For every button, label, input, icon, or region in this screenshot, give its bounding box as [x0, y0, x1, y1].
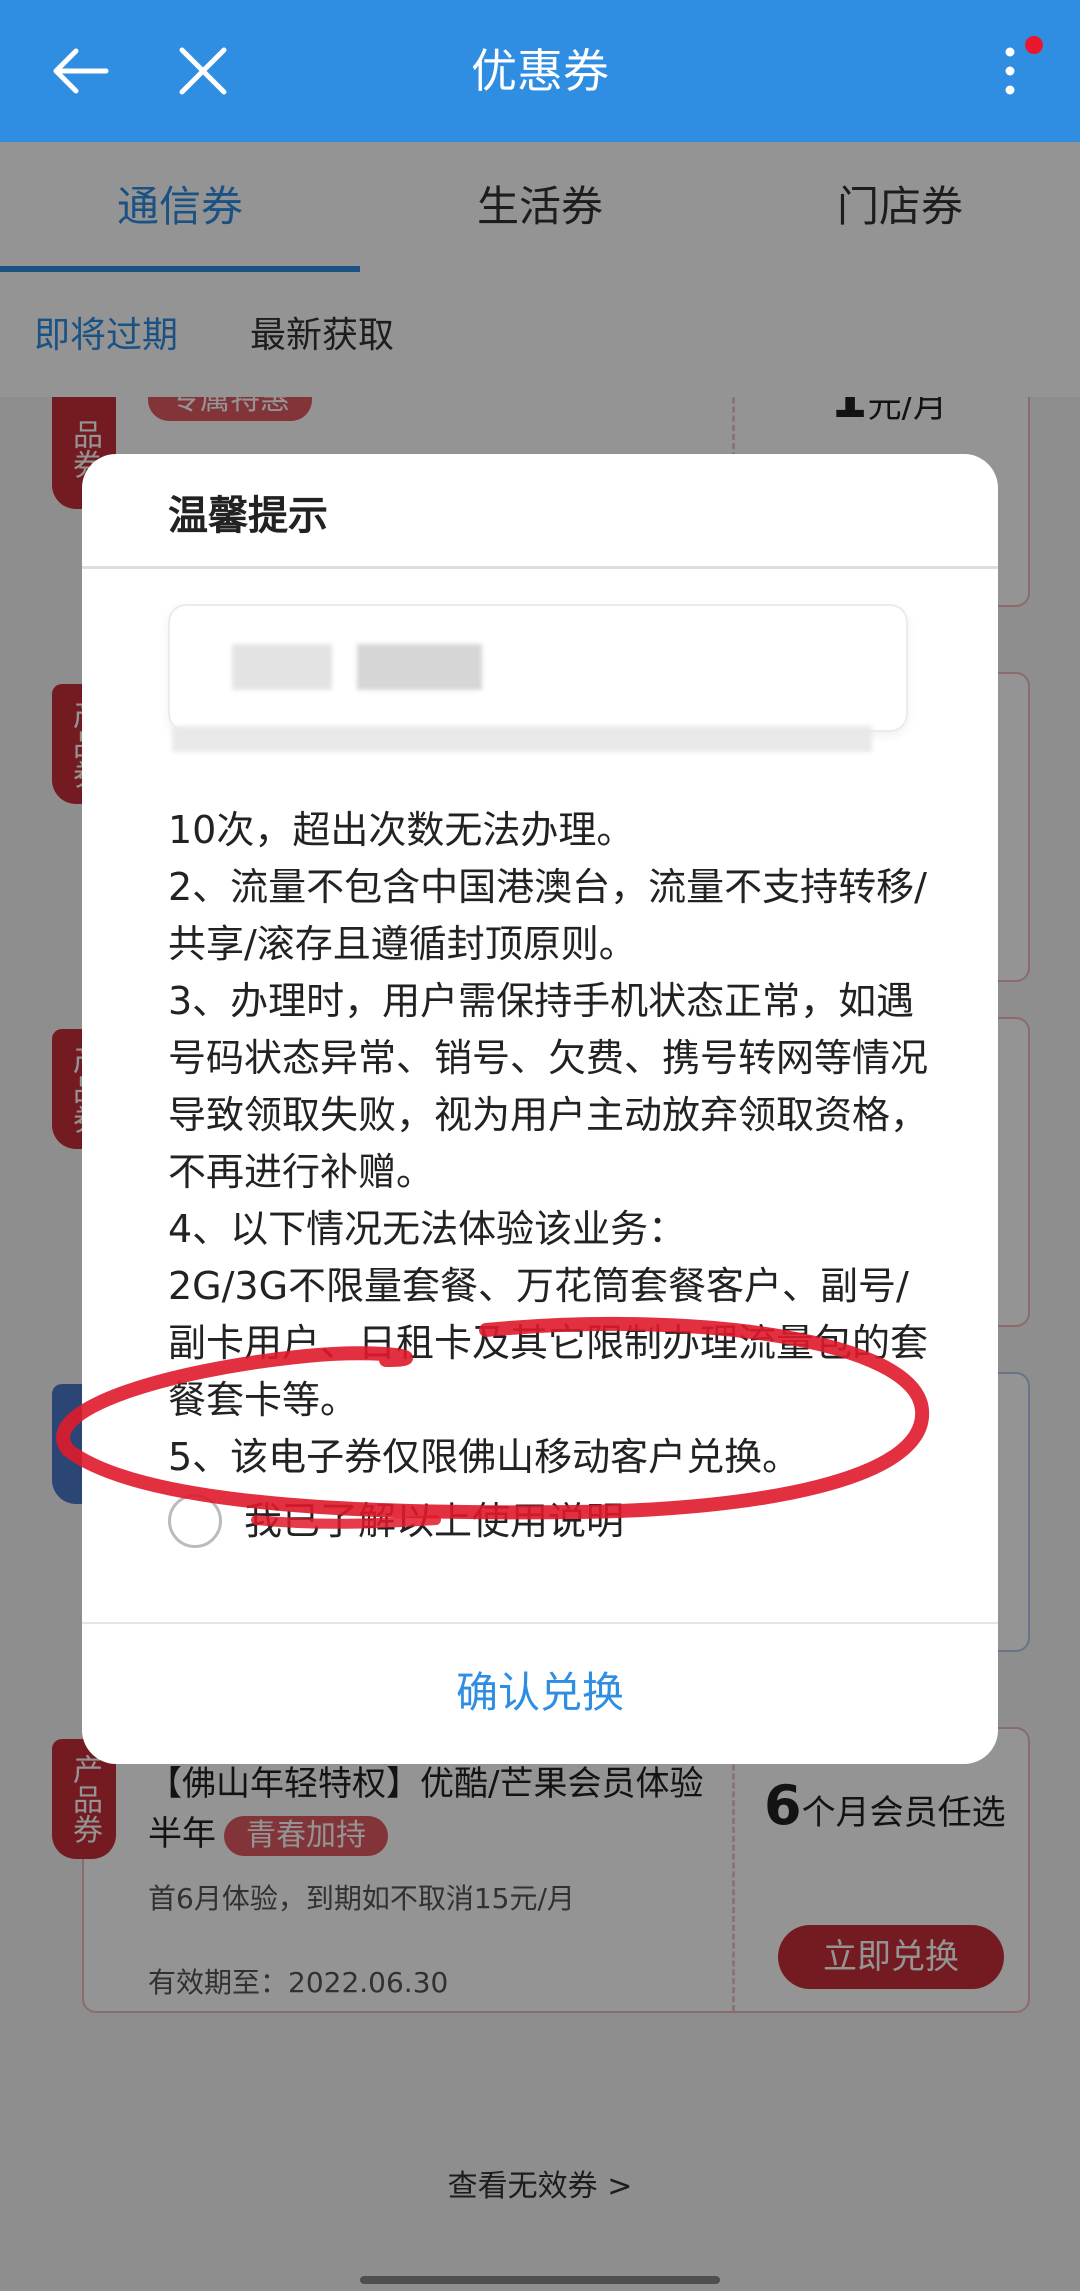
tips-dialog: 温馨提示 10次，超出次数无法办理。 2、流量不包含中国港澳台，流量不支持转移/…: [82, 454, 998, 1764]
more-vertical-icon[interactable]: [990, 38, 1030, 104]
blurred-text: [232, 644, 482, 690]
dialog-line: 10次，超出次数无法办理。: [168, 808, 635, 852]
dialog-line: 2、流量不包含中国港澳台，流量不支持转移/共享/滚存且遵循封顶原则。: [168, 865, 927, 966]
confirm-redeem-button[interactable]: 确认兑换: [82, 1622, 998, 1764]
red-annotation-circle: [56, 1316, 930, 1529]
page-title: 优惠券: [471, 44, 609, 98]
dialog-title: 温馨提示: [168, 493, 328, 539]
notification-dot: [1025, 36, 1043, 54]
dialog-line: 4、以下情况无法体验该业务：: [168, 1207, 687, 1251]
blurred-text: [172, 726, 872, 752]
dialog-divider: [82, 566, 998, 569]
app-header: 优惠券: [0, 0, 1080, 142]
dialog-line: 3、办理时，用户需保持手机状态正常，如遇号码状态异常、销号、欠费、携号转网等情况…: [168, 979, 929, 1194]
